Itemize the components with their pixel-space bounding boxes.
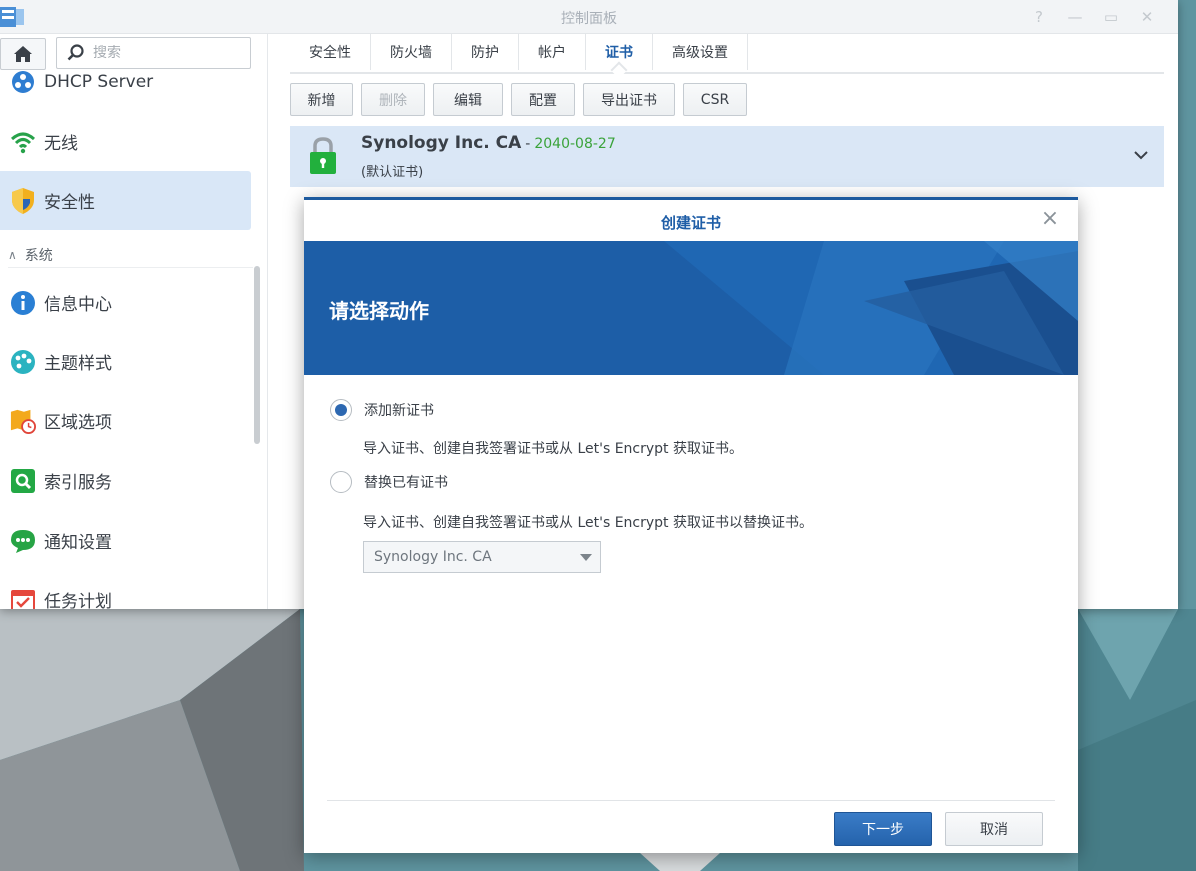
sidebar-item-label: 信息中心 <box>44 295 112 315</box>
sidebar-item-theme[interactable]: 主题样式 <box>0 332 251 391</box>
dropdown-arrow-icon <box>580 554 592 561</box>
sidebar-item-label: 无线 <box>44 134 78 154</box>
tab-firewall[interactable]: 防火墙 <box>371 34 452 70</box>
export-certificate-button[interactable]: 导出证书 <box>583 83 675 116</box>
certificate-title: Synology Inc. CA -2040-08-27 <box>361 133 616 153</box>
lock-icon <box>310 137 336 174</box>
help-icon[interactable]: ? <box>1028 6 1050 28</box>
sidebar-item-label: 安全性 <box>44 193 95 213</box>
close-icon[interactable]: × <box>1040 208 1060 230</box>
sidebar-item-dhcp-server[interactable]: DHCP Server <box>0 52 251 111</box>
sidebar-item-label: 任务计划 <box>44 592 112 609</box>
tab-bar: 安全性 防火墙 防护 帐户 证书 高级设置 <box>290 34 1164 74</box>
sidebar-item-label: 主题样式 <box>44 354 112 374</box>
palette-icon <box>10 349 36 375</box>
banner-title: 请选择动作 <box>329 299 429 323</box>
certificate-separator: - <box>525 136 531 152</box>
toolbar: 新增 删除 编辑 配置 导出证书 CSR <box>290 83 747 116</box>
sidebar-item-notifications[interactable]: 通知设置 <box>0 511 251 570</box>
footer-divider <box>327 800 1055 801</box>
option-replace-description: 导入证书、创建自我签署证书或从 Let's Encrypt 获取证书以替换证书。 <box>363 515 813 531</box>
sidebar-item-index-service[interactable]: 索引服务 <box>0 451 251 510</box>
option-replace-label: 替换已有证书 <box>364 475 448 491</box>
dialog-banner: 请选择动作 <box>304 241 1078 375</box>
tab-advanced[interactable]: 高级设置 <box>653 34 748 70</box>
certificate-default-label: (默认证书) <box>361 165 424 180</box>
calendar-icon <box>10 587 36 609</box>
option-add-description: 导入证书、创建自我签署证书或从 Let's Encrypt 获取证书。 <box>363 441 743 457</box>
cancel-button[interactable]: 取消 <box>945 812 1043 846</box>
radio-replace[interactable] <box>330 471 352 493</box>
section-label: 系统 <box>24 247 53 264</box>
delete-button[interactable]: 删除 <box>361 83 425 116</box>
sidebar-item-label: 通知设置 <box>44 533 112 553</box>
option-replace-certificate[interactable]: 替换已有证书 <box>330 471 448 493</box>
option-add-new-certificate[interactable]: 添加新证书 <box>330 399 434 421</box>
configure-button[interactable]: 配置 <box>511 83 575 116</box>
index-icon <box>10 468 36 494</box>
sidebar-item-security[interactable]: 安全性 <box>0 171 251 230</box>
csr-button[interactable]: CSR <box>683 83 747 116</box>
option-add-label: 添加新证书 <box>364 403 434 419</box>
chevron-down-icon[interactable] <box>1132 146 1150 164</box>
radio-add-new[interactable] <box>330 399 352 421</box>
section-header-system[interactable]: ∧ 系统 <box>8 242 253 268</box>
new-button[interactable]: 新增 <box>290 83 353 116</box>
title-bar: 控制面板 ? — ▭ ✕ <box>0 0 1178 34</box>
edit-button[interactable]: 编辑 <box>433 83 503 116</box>
certificate-expiry: 2040-08-27 <box>534 136 616 152</box>
dialog-title: 创建证书 <box>660 214 721 232</box>
certificate-row[interactable]: Synology Inc. CA -2040-08-27 (默认证书) <box>290 126 1164 187</box>
tab-security[interactable]: 安全性 <box>290 34 371 70</box>
region-icon <box>10 408 36 434</box>
create-certificate-dialog: 创建证书 × 请选择动作 添加新证书 导入证书、创建自我签署证书或从 Let's… <box>304 197 1078 853</box>
wifi-icon <box>10 129 36 155</box>
chevron-up-icon: ∧ <box>8 247 17 262</box>
sidebar: DHCP Server 无线 安 <box>0 34 268 609</box>
sidebar-item-label: 索引服务 <box>44 473 112 493</box>
certificate-name: Synology Inc. CA <box>361 133 522 153</box>
notification-icon <box>10 528 36 554</box>
next-button[interactable]: 下一步 <box>834 812 932 846</box>
tab-certificate[interactable]: 证书 <box>586 34 653 70</box>
maximize-icon[interactable]: ▭ <box>1100 6 1122 28</box>
dhcp-icon <box>10 69 36 95</box>
info-icon <box>10 290 36 316</box>
minimize-icon[interactable]: — <box>1064 6 1086 28</box>
tab-protection[interactable]: 防护 <box>452 34 519 70</box>
sidebar-item-task-scheduler[interactable]: 任务计划 <box>0 570 251 609</box>
shield-icon <box>10 187 36 214</box>
sidebar-item-label: 区域选项 <box>44 413 112 433</box>
tab-account[interactable]: 帐户 <box>519 34 586 70</box>
sidebar-item-regional-options[interactable]: 区域选项 <box>0 391 251 450</box>
certificate-select[interactable]: Synology Inc. CA <box>363 541 601 573</box>
sidebar-scrollbar[interactable] <box>254 266 260 444</box>
close-icon[interactable]: ✕ <box>1136 6 1158 28</box>
sidebar-item-label: DHCP Server <box>44 71 154 92</box>
certificate-select-value: Synology Inc. CA <box>374 549 492 565</box>
sidebar-item-wireless[interactable]: 无线 <box>0 112 251 171</box>
sidebar-item-info-center[interactable]: 信息中心 <box>0 273 251 332</box>
window-title: 控制面板 <box>561 11 617 27</box>
